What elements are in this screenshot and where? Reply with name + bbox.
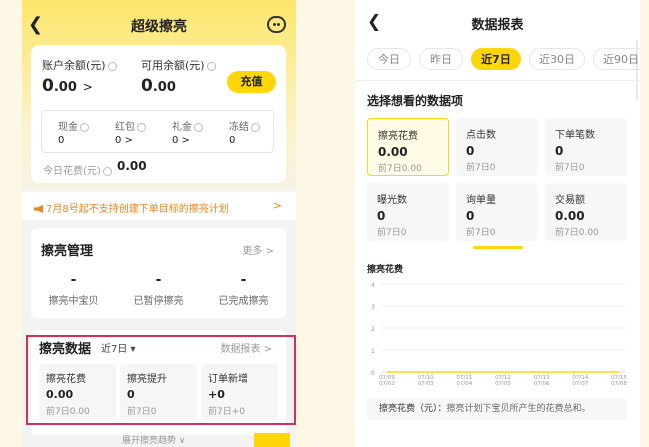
help-icon[interactable]	[102, 166, 112, 176]
tab-today[interactable]: 今日	[367, 48, 411, 70]
x-tick-label: 07/03	[418, 381, 434, 387]
y-tick-label: 1	[371, 348, 375, 355]
x-tick-label: 07/02	[379, 381, 395, 387]
available-balance-label: 可用余额(元)	[141, 57, 216, 73]
account-balance-label: 账户余额(元)	[42, 57, 117, 73]
y-tick-label: 4	[371, 282, 375, 289]
metric-impressions-card[interactable]: 曝光数 0 前7日0	[367, 183, 449, 241]
help-icon[interactable]	[137, 122, 146, 132]
nav-bar: ❮ 超级擦亮	[22, 0, 296, 48]
divider	[355, 80, 640, 81]
management-title: 擦亮管理	[41, 244, 94, 259]
notice-bar[interactable]: 7月8号起不支持创建下单目标的擦亮计划 >	[22, 192, 296, 220]
customer-service-icon[interactable]	[267, 16, 286, 33]
today-spend-value: 0.00	[117, 159, 147, 173]
expand-trend-link[interactable]: 展开擦亮趋势 ∨	[122, 433, 185, 446]
page-title: 超级擦亮	[131, 19, 187, 35]
page-indicator	[473, 246, 523, 249]
metric-clicks-card[interactable]: 点击数 0 前7日0	[456, 118, 538, 176]
report-title: 数据报表	[471, 18, 524, 33]
tab-7days[interactable]: 近7日	[471, 48, 521, 70]
metric-orders-card[interactable]: 下单笔数 0 前7日0	[545, 118, 627, 176]
help-icon[interactable]	[107, 61, 117, 71]
tab-30days[interactable]: 近30日	[529, 48, 585, 70]
metric-gmv-card[interactable]: 交易额 0.00 前7日0.00	[545, 183, 627, 241]
period-tabs: 今日 昨日 近7日 近30日 近90日	[355, 44, 640, 74]
help-icon[interactable]	[80, 122, 89, 132]
section-title: 选择想看的数据项	[367, 94, 464, 108]
y-tick-label: 0	[371, 370, 375, 377]
chevron-right-icon: >	[272, 199, 282, 212]
tab-90days[interactable]: 近90日	[593, 48, 640, 70]
x-tick-label: 07/06	[534, 381, 550, 387]
x-tick-label: 07/07	[572, 381, 588, 387]
spend-line-chart: 4321007/0907/0207/1007/0307/1107/0407/12…	[371, 282, 627, 387]
chart-legend: 擦亮花费（元）：擦亮计划下宝贝所产生的花费总和。	[367, 398, 627, 420]
metric-spend-card[interactable]: 擦亮花费 0.00 前7日0.00	[367, 118, 449, 176]
recharge-button[interactable]: 充值	[227, 71, 276, 93]
x-tick-label: 07/05	[495, 381, 511, 387]
floating-button[interactable]	[254, 433, 290, 447]
polishing-items[interactable]: - 擦亮中宝贝	[31, 272, 116, 307]
speaker-icon	[34, 205, 43, 213]
highlight-box	[26, 335, 296, 425]
balance-breakdown: 现金 0 红包 0 > 礼金 0 > 冻结 0	[41, 110, 274, 153]
help-icon[interactable]	[194, 122, 203, 132]
metric-inquiries-card[interactable]: 询单量 0 前7日0	[456, 183, 538, 241]
management-card: 擦亮管理 更多 > - 擦亮中宝贝 - 已暂停擦亮 - 已完成擦亮	[31, 228, 286, 318]
help-icon[interactable]	[206, 61, 216, 71]
x-tick-label: 07/04	[456, 381, 472, 387]
available-balance-value: 0.00	[141, 76, 176, 96]
y-tick-label: 3	[371, 304, 375, 311]
account-balance-value[interactable]: 0.00 >	[42, 76, 93, 96]
paused-items[interactable]: - 已暂停擦亮	[116, 272, 201, 307]
tab-yesterday[interactable]: 昨日	[419, 48, 463, 70]
help-icon[interactable]	[251, 122, 260, 132]
y-tick-label: 2	[371, 326, 375, 333]
completed-items[interactable]: - 已完成擦亮	[201, 272, 286, 307]
chevron-right-icon: >	[82, 80, 93, 94]
today-spend-label: 今日花费(元)	[43, 162, 112, 177]
more-link[interactable]: 更多 >	[242, 242, 274, 257]
x-tick-label: 07/08	[611, 381, 627, 387]
balance-card: 账户余额(元) 0.00 > 可用余额(元) 0.00 充值 现金 0 红包 0…	[31, 45, 286, 183]
right-screen: ❮ 数据报表 今日 昨日 近7日 近30日 近90日 选择想看的数据项 擦亮花费…	[355, 0, 640, 447]
